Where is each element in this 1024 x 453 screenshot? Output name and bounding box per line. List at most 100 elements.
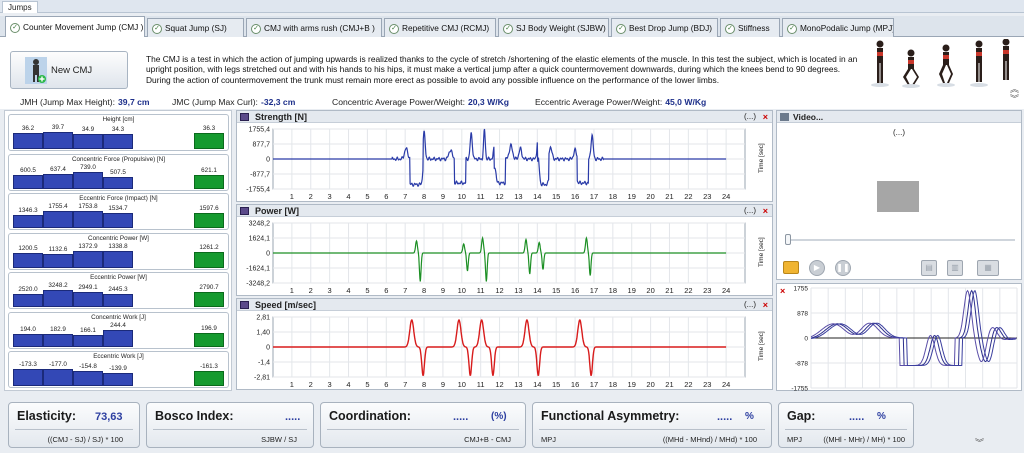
metrics-bar: JMH (Jump Max Height): 39,7 cm JMC (Jump … <box>0 92 1024 109</box>
trial-bar <box>73 171 103 189</box>
x-tick-label: 10 <box>458 286 466 295</box>
trial-bar <box>13 252 43 268</box>
card-divider <box>15 429 133 430</box>
card-label: Functional Asymmetry: <box>541 409 680 423</box>
chart-plot: 1 2 3 4 5 6 7 8 9 10 11 12 13 14 15 16 17 18 19 20 21 22 23 242… <box>254 315 765 390</box>
tab-rcmj[interactable]: ✓ Repetitive CMJ (RCMJ) <box>384 18 496 37</box>
video-panel: Video... (...) ▶ ❚❚ ▤ ▥ ▦ <box>776 110 1022 280</box>
bar-value-label: 621.1 <box>201 166 217 174</box>
card-formula: ((MHl - MHr) / MH) * 100 <box>823 435 905 444</box>
y-tick-label: -878 <box>795 361 808 368</box>
tab-sjbw[interactable]: ✓ SJ Body Weight (SJBW) <box>498 18 609 37</box>
pause-icon[interactable]: ❚❚ <box>835 260 851 276</box>
tab-cmjb[interactable]: ✓ CMJ with arms rush (CMJ+B ) <box>246 18 382 37</box>
y-tick-label: 877,7 <box>252 142 270 149</box>
tab-label: Stiffness <box>738 23 770 33</box>
trial-bar <box>43 333 73 347</box>
bar-value-label: 244.4 <box>110 321 126 329</box>
x-tick-label: 15 <box>552 380 560 389</box>
x-tick-label: 11 <box>477 192 485 201</box>
chart-options-button[interactable]: (...) <box>744 111 756 123</box>
bar-group: Concentric Power [W] 1200.5 1132.6 1372.9 13… <box>8 232 229 270</box>
y-tick-label: 0 <box>804 336 808 343</box>
card-bosco-index: Bosco Index: ..... SJBW / SJ <box>146 402 314 448</box>
tab-label: SJ Body Weight (SJBW) <box>516 23 606 33</box>
chart-title: Power [W] <box>255 206 299 216</box>
tab-mpj[interactable]: ✓ MonoPodalic Jump (MPJ) <box>782 18 894 37</box>
check-icon: ✓ <box>152 24 162 34</box>
expand-chevron-icon[interactable]: ︾ <box>975 436 984 449</box>
x-tick-label: 17 <box>590 380 598 389</box>
x-tick-label: 6 <box>384 380 388 389</box>
bar-group: Height [cm] 36.2 39.7 34.9 34.3 36.3 <box>8 114 229 151</box>
average-bar <box>194 213 224 228</box>
new-cmj-button[interactable]: New CMJ <box>10 51 128 89</box>
x-tick-label: 16 <box>571 380 579 389</box>
x-tick-label: 10 <box>458 380 466 389</box>
chart-icon <box>240 207 249 215</box>
x-tick-label: 4 <box>346 286 350 295</box>
tab-sj[interactable]: ✓ Squat Jump (SJ) <box>147 18 244 37</box>
timeline-handle[interactable] <box>785 234 791 245</box>
chart-icon <box>240 301 249 309</box>
bar-group: Eccentric Power [W] 2520.0 3248.2 2949.1 244… <box>8 272 229 309</box>
trial-bar <box>73 250 103 268</box>
y-tick-label: 2,81 <box>256 315 270 322</box>
bar-value-label: 2790.7 <box>199 284 219 291</box>
trial-bar <box>13 333 43 347</box>
bar-value-label: 507.5 <box>110 168 126 176</box>
tab-bdj[interactable]: ✓ Best Drop Jump (BDJ) <box>611 18 718 37</box>
bar-group-title: Eccentric Power [W] <box>90 274 147 281</box>
tab-cmj[interactable]: ✓ Counter Movement Jump (CMJ ) <box>5 16 145 38</box>
card-value: ..... <box>453 411 469 423</box>
y-tick-label: 0 <box>266 157 270 164</box>
y-tick-label: 1,40 <box>256 330 270 337</box>
x-tick-label: 13 <box>514 192 522 201</box>
bar-group: Concentric Work [J] 194.0 182.9 166.1 244.4 1… <box>8 311 229 349</box>
x-tick-label: 15 <box>552 286 560 295</box>
video-settings-icon[interactable]: ▦ <box>977 260 999 276</box>
test-tabs: ✓ Counter Movement Jump (CMJ ) ✓ Squat Jum… <box>0 16 1024 38</box>
play-icon[interactable]: ▶ <box>809 260 825 276</box>
card-formula: CMJ+B - CMJ <box>464 435 511 444</box>
x-tick-label: 5 <box>365 286 369 295</box>
video-timeline[interactable] <box>787 239 1015 241</box>
chart-header: Power [W] (...) × <box>237 205 772 217</box>
trial-bar <box>73 134 103 149</box>
y-tick-label: 878 <box>797 311 808 318</box>
close-icon[interactable]: × <box>763 205 768 217</box>
chart-options-button[interactable]: (...) <box>744 299 756 311</box>
close-icon[interactable]: × <box>763 111 768 123</box>
tab-stiffness[interactable]: ✓ Stiffness <box>720 18 780 37</box>
bar-group-title: Concentric Force (Propulsive) [N] <box>71 155 166 163</box>
x-tick-label: 14 <box>533 286 541 295</box>
trial-bar <box>103 213 133 228</box>
expand-chevron-icon[interactable]: ︾ <box>1010 92 1019 106</box>
card-label: Gap: <box>787 409 816 423</box>
trial-bar <box>73 211 103 228</box>
trial-bar <box>43 132 73 149</box>
trial-bar <box>103 373 133 386</box>
card-value: ..... <box>849 411 865 423</box>
card-test: MPJ <box>787 435 802 444</box>
bar-group-title: Eccentric Force (Impact) [N] <box>79 195 158 202</box>
x-tick-label: 9 <box>441 380 445 389</box>
chart-header: Strength [N] (...) × <box>237 111 772 123</box>
x-tick-label: 1 <box>290 192 294 201</box>
new-cmj-label: New CMJ <box>51 65 93 76</box>
close-icon[interactable]: × <box>763 299 768 311</box>
frame-back-icon[interactable]: ▤ <box>921 260 937 276</box>
trial-bar <box>43 211 73 228</box>
card-divider <box>785 429 907 430</box>
frame-forward-icon[interactable]: ▥ <box>947 260 963 276</box>
x-tick-label: 4 <box>346 192 350 201</box>
tab-jumps[interactable]: Jumps <box>2 1 38 13</box>
average-bar <box>194 332 224 347</box>
video-title: Video... <box>793 112 824 122</box>
bar-group-title: Concentric Work [J] <box>91 313 146 321</box>
x-tick-label: 20 <box>646 286 654 295</box>
bar-group-title: Eccentric Work [J] <box>93 353 144 360</box>
chart-options-button[interactable]: (...) <box>744 205 756 217</box>
open-folder-icon[interactable] <box>783 261 799 274</box>
bar-value-label: 1534.7 <box>108 205 128 212</box>
